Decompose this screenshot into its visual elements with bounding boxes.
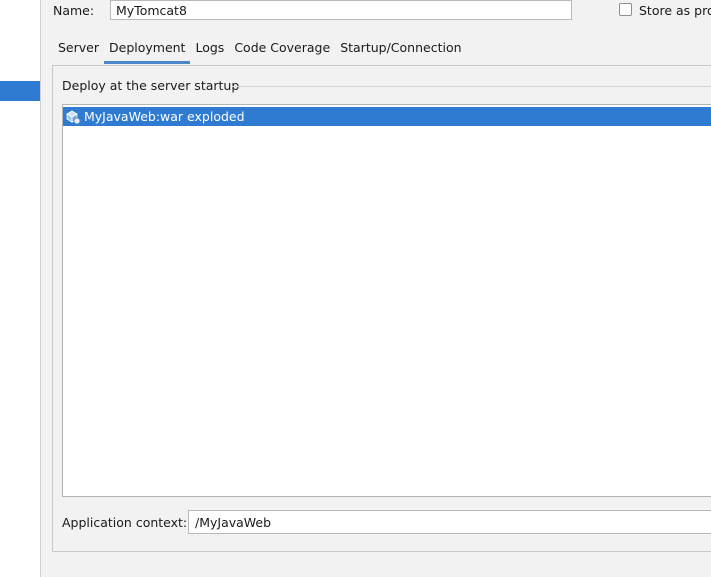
artifact-exploded-icon xyxy=(66,110,81,125)
application-context-input[interactable] xyxy=(188,510,711,534)
group-separator xyxy=(232,86,711,87)
tab-deployment[interactable]: Deployment xyxy=(104,38,191,64)
tab-server[interactable]: Server xyxy=(53,38,104,64)
deployment-artifact-list[interactable]: MyJavaWeb:war exploded xyxy=(62,104,711,497)
store-as-project-file-label[interactable]: Store as pro xyxy=(639,2,711,20)
tab-code-coverage[interactable]: Code Coverage xyxy=(229,38,335,64)
deploy-group-title: Deploy at the server startup xyxy=(62,78,240,93)
configuration-tree-panel[interactable] xyxy=(0,0,41,577)
name-input[interactable] xyxy=(110,0,572,20)
store-as-project-file-checkbox[interactable] xyxy=(619,3,632,16)
name-label: Name: xyxy=(53,3,95,18)
tab-logs[interactable]: Logs xyxy=(190,38,229,64)
tab-startup-connection[interactable]: Startup/Connection xyxy=(335,38,466,64)
list-item[interactable]: MyJavaWeb:war exploded xyxy=(63,107,711,126)
application-context-label: Application context: xyxy=(62,515,188,530)
selected-tree-item[interactable] xyxy=(0,81,40,101)
artifact-label: MyJavaWeb:war exploded xyxy=(84,109,245,124)
config-tabs: Server Deployment Logs Code Coverage Sta… xyxy=(53,38,467,64)
